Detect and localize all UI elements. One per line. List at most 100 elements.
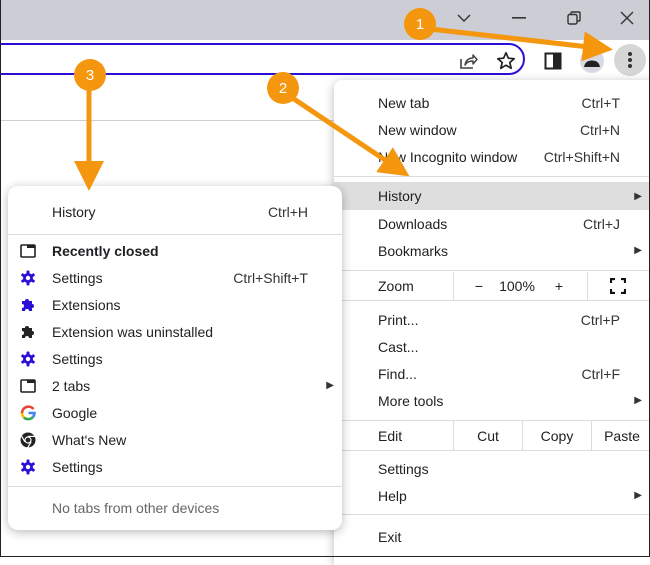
star-icon xyxy=(496,51,516,70)
restore-button[interactable] xyxy=(560,6,588,30)
menu-item-label: Settings xyxy=(52,350,103,367)
menu-item-label: Extension was uninstalled xyxy=(52,323,214,340)
menu-item-label: Settings xyxy=(52,269,103,286)
menu-item-shortcut: Ctrl+H xyxy=(267,203,308,220)
menu-item-shortcut: Ctrl+P xyxy=(580,311,620,328)
zoom-out-button[interactable]: − xyxy=(469,278,489,294)
edit-label: Edit xyxy=(378,427,403,444)
menu-item-shortcut: Ctrl+J xyxy=(583,215,620,232)
menu-item-label: Help xyxy=(378,487,407,504)
menu-item-shortcut: Ctrl+T xyxy=(581,94,621,111)
history-item[interactable]: What's New xyxy=(8,426,342,453)
window-icon xyxy=(20,378,36,394)
menu-item-label: No tabs from other devices xyxy=(52,499,220,516)
menu-item-label: New window xyxy=(378,121,457,138)
settings-gear-icon xyxy=(20,459,36,475)
no-other-devices-message: No tabs from other devices xyxy=(8,494,342,521)
restore-icon xyxy=(567,11,581,25)
fullscreen-button[interactable] xyxy=(609,277,627,297)
chevron-down-icon xyxy=(457,14,471,22)
menu-item-label: More tools xyxy=(378,392,444,409)
menu-item-shortcut: Ctrl+Shift+N xyxy=(543,148,620,165)
history-item-2-tabs[interactable]: 2 tabs ▶ xyxy=(8,372,342,399)
copy-button[interactable]: Copy xyxy=(523,428,591,444)
menu-item-label: Print... xyxy=(378,311,419,328)
submenu-arrow-icon: ▶ xyxy=(326,380,334,391)
menu-item-label: Bookmarks xyxy=(378,242,449,259)
menu-item-label: History xyxy=(52,203,96,220)
submenu-arrow-icon: ▶ xyxy=(634,490,642,501)
menu-item-cast[interactable]: Cast... xyxy=(334,333,650,360)
history-item[interactable]: Settings xyxy=(8,453,342,480)
menu-item-label: New Incognito window xyxy=(378,148,518,165)
menu-item-exit[interactable]: Exit xyxy=(334,523,650,550)
bookmark-star-button[interactable] xyxy=(493,48,519,74)
close-window-button[interactable] xyxy=(613,6,641,30)
profile-button[interactable] xyxy=(579,48,605,74)
history-item[interactable]: Extension was uninstalled xyxy=(8,318,342,345)
menu-item-label: Settings xyxy=(378,460,429,477)
menu-kebab-icon xyxy=(628,52,632,68)
menu-item-label: New tab xyxy=(378,94,430,111)
menu-item-new-window[interactable]: New window Ctrl+N xyxy=(334,116,650,143)
page-divider xyxy=(0,120,340,121)
zoom-divider xyxy=(453,272,454,300)
menu-item-shortcut: Ctrl+N xyxy=(579,121,620,138)
submenu-arrow-icon: ▶ xyxy=(634,245,642,256)
chrome-icon xyxy=(20,432,36,448)
menu-item-find[interactable]: Find... Ctrl+F xyxy=(334,360,650,387)
menu-separator xyxy=(8,234,342,235)
paste-button[interactable]: Paste xyxy=(592,428,650,444)
google-g-icon xyxy=(20,404,36,421)
menu-item-more-tools[interactable]: More tools ▶ xyxy=(334,387,650,414)
menu-item-downloads[interactable]: Downloads Ctrl+J xyxy=(334,210,650,237)
window-icon xyxy=(20,243,36,259)
menu-zoom-row: Zoom − 100% + xyxy=(334,272,650,300)
settings-gear-icon xyxy=(20,270,36,286)
menu-item-label: History xyxy=(378,188,422,204)
menu-item-label: Exit xyxy=(378,528,402,545)
history-item[interactable]: Google xyxy=(8,399,342,426)
menu-item-help[interactable]: Help ▶ xyxy=(334,482,650,509)
menu-item-shortcut: Ctrl+F xyxy=(581,365,621,382)
menu-edit-row: Edit Cut Copy Paste xyxy=(334,421,650,450)
submenu-arrow-icon: ▶ xyxy=(634,395,642,406)
annotation-badge-1: 1 xyxy=(404,8,436,40)
share-icon xyxy=(460,54,478,69)
zoom-level: 100% xyxy=(499,278,535,294)
menu-item-bookmarks[interactable]: Bookmarks ▶ xyxy=(334,237,650,264)
side-panel-icon xyxy=(544,52,562,70)
chrome-menu-button[interactable] xyxy=(614,44,646,76)
history-item[interactable]: Settings xyxy=(8,345,342,372)
history-item[interactable]: Settings Ctrl+Shift+T xyxy=(8,264,342,291)
menu-item-print[interactable]: Print... Ctrl+P xyxy=(334,306,650,333)
history-item-full-history[interactable]: History Ctrl+H xyxy=(8,198,342,225)
menu-separator xyxy=(334,450,650,451)
history-item[interactable]: Extensions xyxy=(8,291,342,318)
share-button[interactable] xyxy=(455,48,481,74)
title-bar xyxy=(0,0,650,40)
settings-gear-icon xyxy=(20,351,36,367)
fullscreen-icon xyxy=(609,277,627,295)
menu-item-history[interactable]: History ▶ xyxy=(334,182,650,210)
menu-separator xyxy=(334,300,650,301)
minimize-button[interactable] xyxy=(505,6,533,30)
zoom-in-button[interactable]: + xyxy=(549,278,569,294)
menu-item-label: Extensions xyxy=(52,296,121,313)
annotation-badge-2: 2 xyxy=(267,72,299,104)
menu-separator xyxy=(334,176,650,177)
menu-item-settings[interactable]: Settings xyxy=(334,455,650,482)
submenu-arrow-icon: ▶ xyxy=(634,190,642,202)
menu-separator xyxy=(334,514,650,515)
menu-separator xyxy=(334,270,650,271)
menu-separator xyxy=(8,486,342,487)
menu-item-new-incognito-window[interactable]: New Incognito window Ctrl+Shift+N xyxy=(334,143,650,170)
menu-item-shortcut: Ctrl+Shift+T xyxy=(233,269,308,286)
puzzle-icon xyxy=(20,324,36,340)
side-panel-button[interactable] xyxy=(540,48,566,74)
menu-item-new-tab[interactable]: New tab Ctrl+T xyxy=(334,89,650,116)
cut-button[interactable]: Cut xyxy=(454,428,522,444)
minimize-icon xyxy=(512,17,526,19)
tab-search-button[interactable] xyxy=(450,6,478,30)
recently-closed-heading: Recently closed xyxy=(8,237,342,264)
